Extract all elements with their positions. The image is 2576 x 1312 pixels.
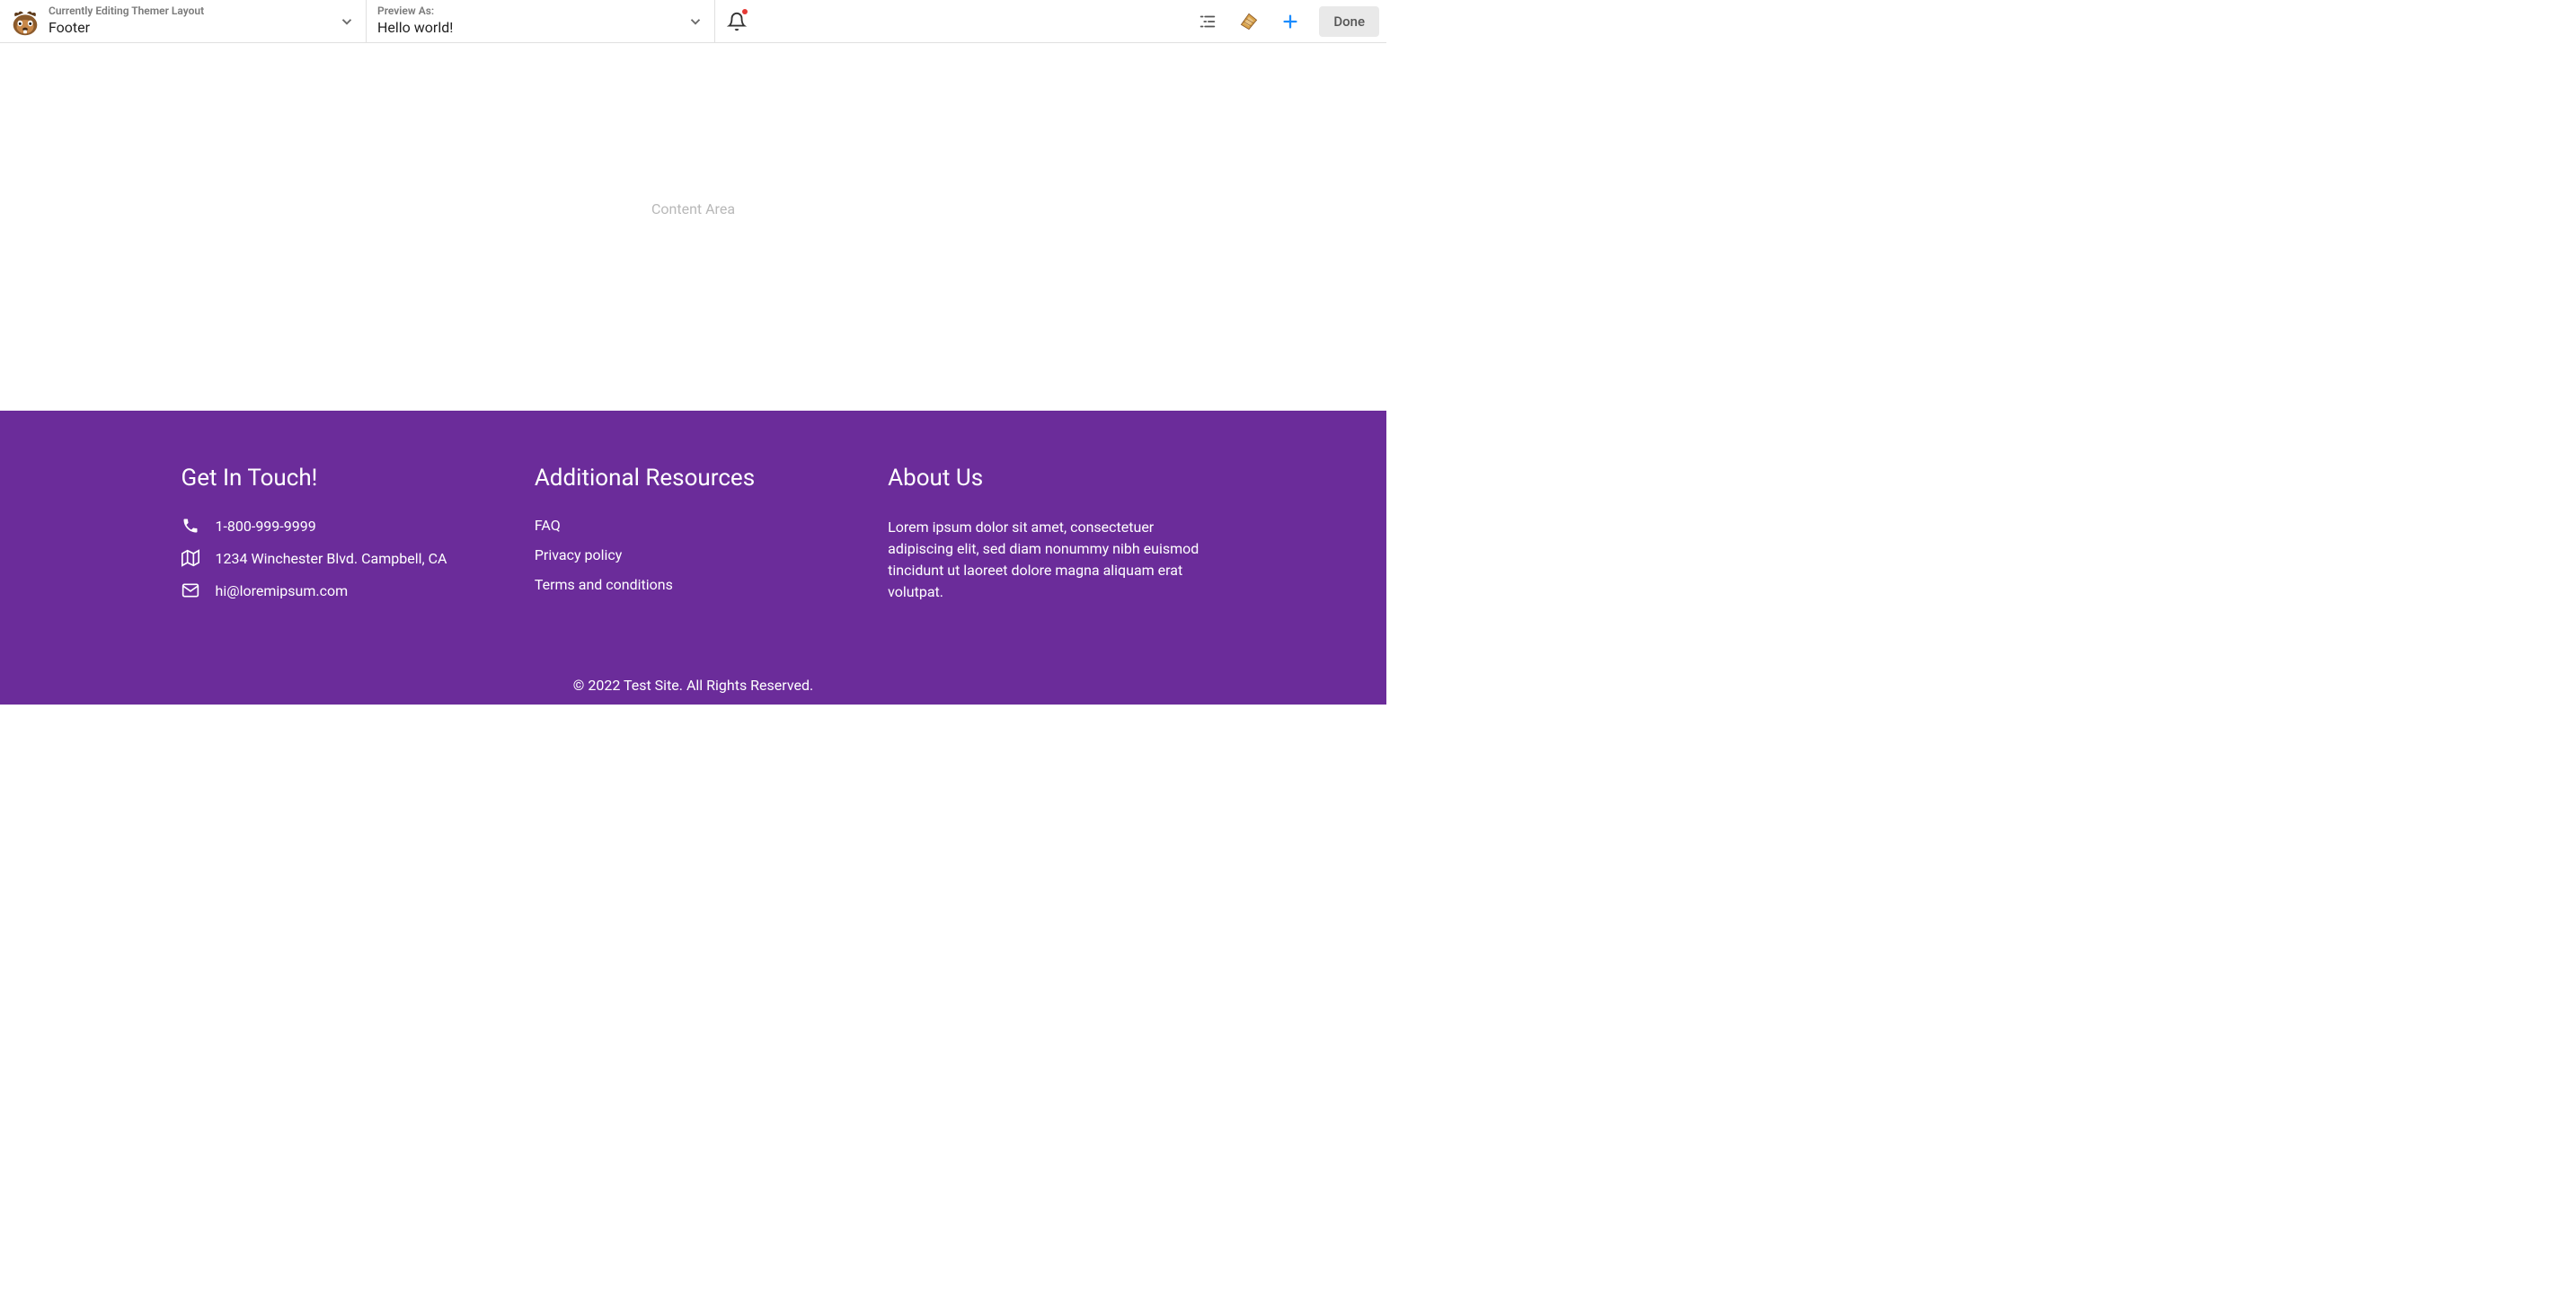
assistant-icon [1238,11,1260,32]
footer-link-faq[interactable]: FAQ [535,517,852,534]
content-area-placeholder: Content Area [651,200,735,217]
footer-copyright: © 2022 Test Site. All Rights Reserved. [0,614,1386,705]
footer-link-terms[interactable]: Terms and conditions [535,576,852,593]
contact-email: hi@loremipsum.com [181,581,499,599]
editing-sublabel: Currently Editing Themer Layout [49,4,339,19]
chevron-down-icon [339,13,355,30]
top-toolbar: Currently Editing Themer Layout Footer P… [0,0,1386,43]
footer-col-contact: Get In Touch! 1-800-999-9999 1234 Winche… [181,465,499,614]
add-content-button[interactable] [1272,4,1308,40]
contact-address: 1234 Winchester Blvd. Campbell, CA [181,549,499,567]
contact-phone: 1-800-999-9999 [181,517,499,535]
notifications-button[interactable] [715,0,758,42]
footer-col-resources: Additional Resources FAQ Privacy policy … [535,465,852,614]
preview-title: Hello world! [377,19,687,38]
editing-title: Footer [49,19,339,38]
footer-heading-contact: Get In Touch! [181,465,499,492]
logo-cell [0,0,45,42]
map-icon [181,549,199,567]
preview-as-dropdown[interactable]: Preview As: Hello world! [367,0,715,42]
footer-col-about: About Us Lorem ipsum dolor sit amet, con… [888,465,1205,614]
outline-icon [1198,12,1217,31]
assistant-button[interactable] [1231,4,1267,40]
outline-panel-button[interactable] [1190,4,1226,40]
envelope-icon [181,581,199,599]
about-text: Lorem ipsum dolor sit amet, consectetuer… [888,517,1205,603]
editing-layout-dropdown[interactable]: Currently Editing Themer Layout Footer [45,0,367,42]
contact-address-text: 1234 Winchester Blvd. Campbell, CA [216,550,447,567]
plus-icon [1280,12,1300,31]
done-button[interactable]: Done [1319,6,1379,37]
contact-email-text: hi@loremipsum.com [216,582,349,599]
preview-sublabel: Preview As: [377,4,687,19]
footer-link-privacy[interactable]: Privacy policy [535,546,852,563]
footer-heading-resources: Additional Resources [535,465,852,492]
chevron-down-icon [687,13,704,30]
footer-heading-about: About Us [888,465,1205,492]
contact-phone-text: 1-800-999-9999 [216,518,316,535]
notification-dot-icon [742,9,748,14]
beaver-logo-icon [8,4,42,39]
phone-icon [181,517,199,535]
content-area[interactable]: Content Area [0,43,1386,403]
toolbar-right-actions: Done [1190,0,1386,42]
footer-section: Get In Touch! 1-800-999-9999 1234 Winche… [0,411,1386,705]
